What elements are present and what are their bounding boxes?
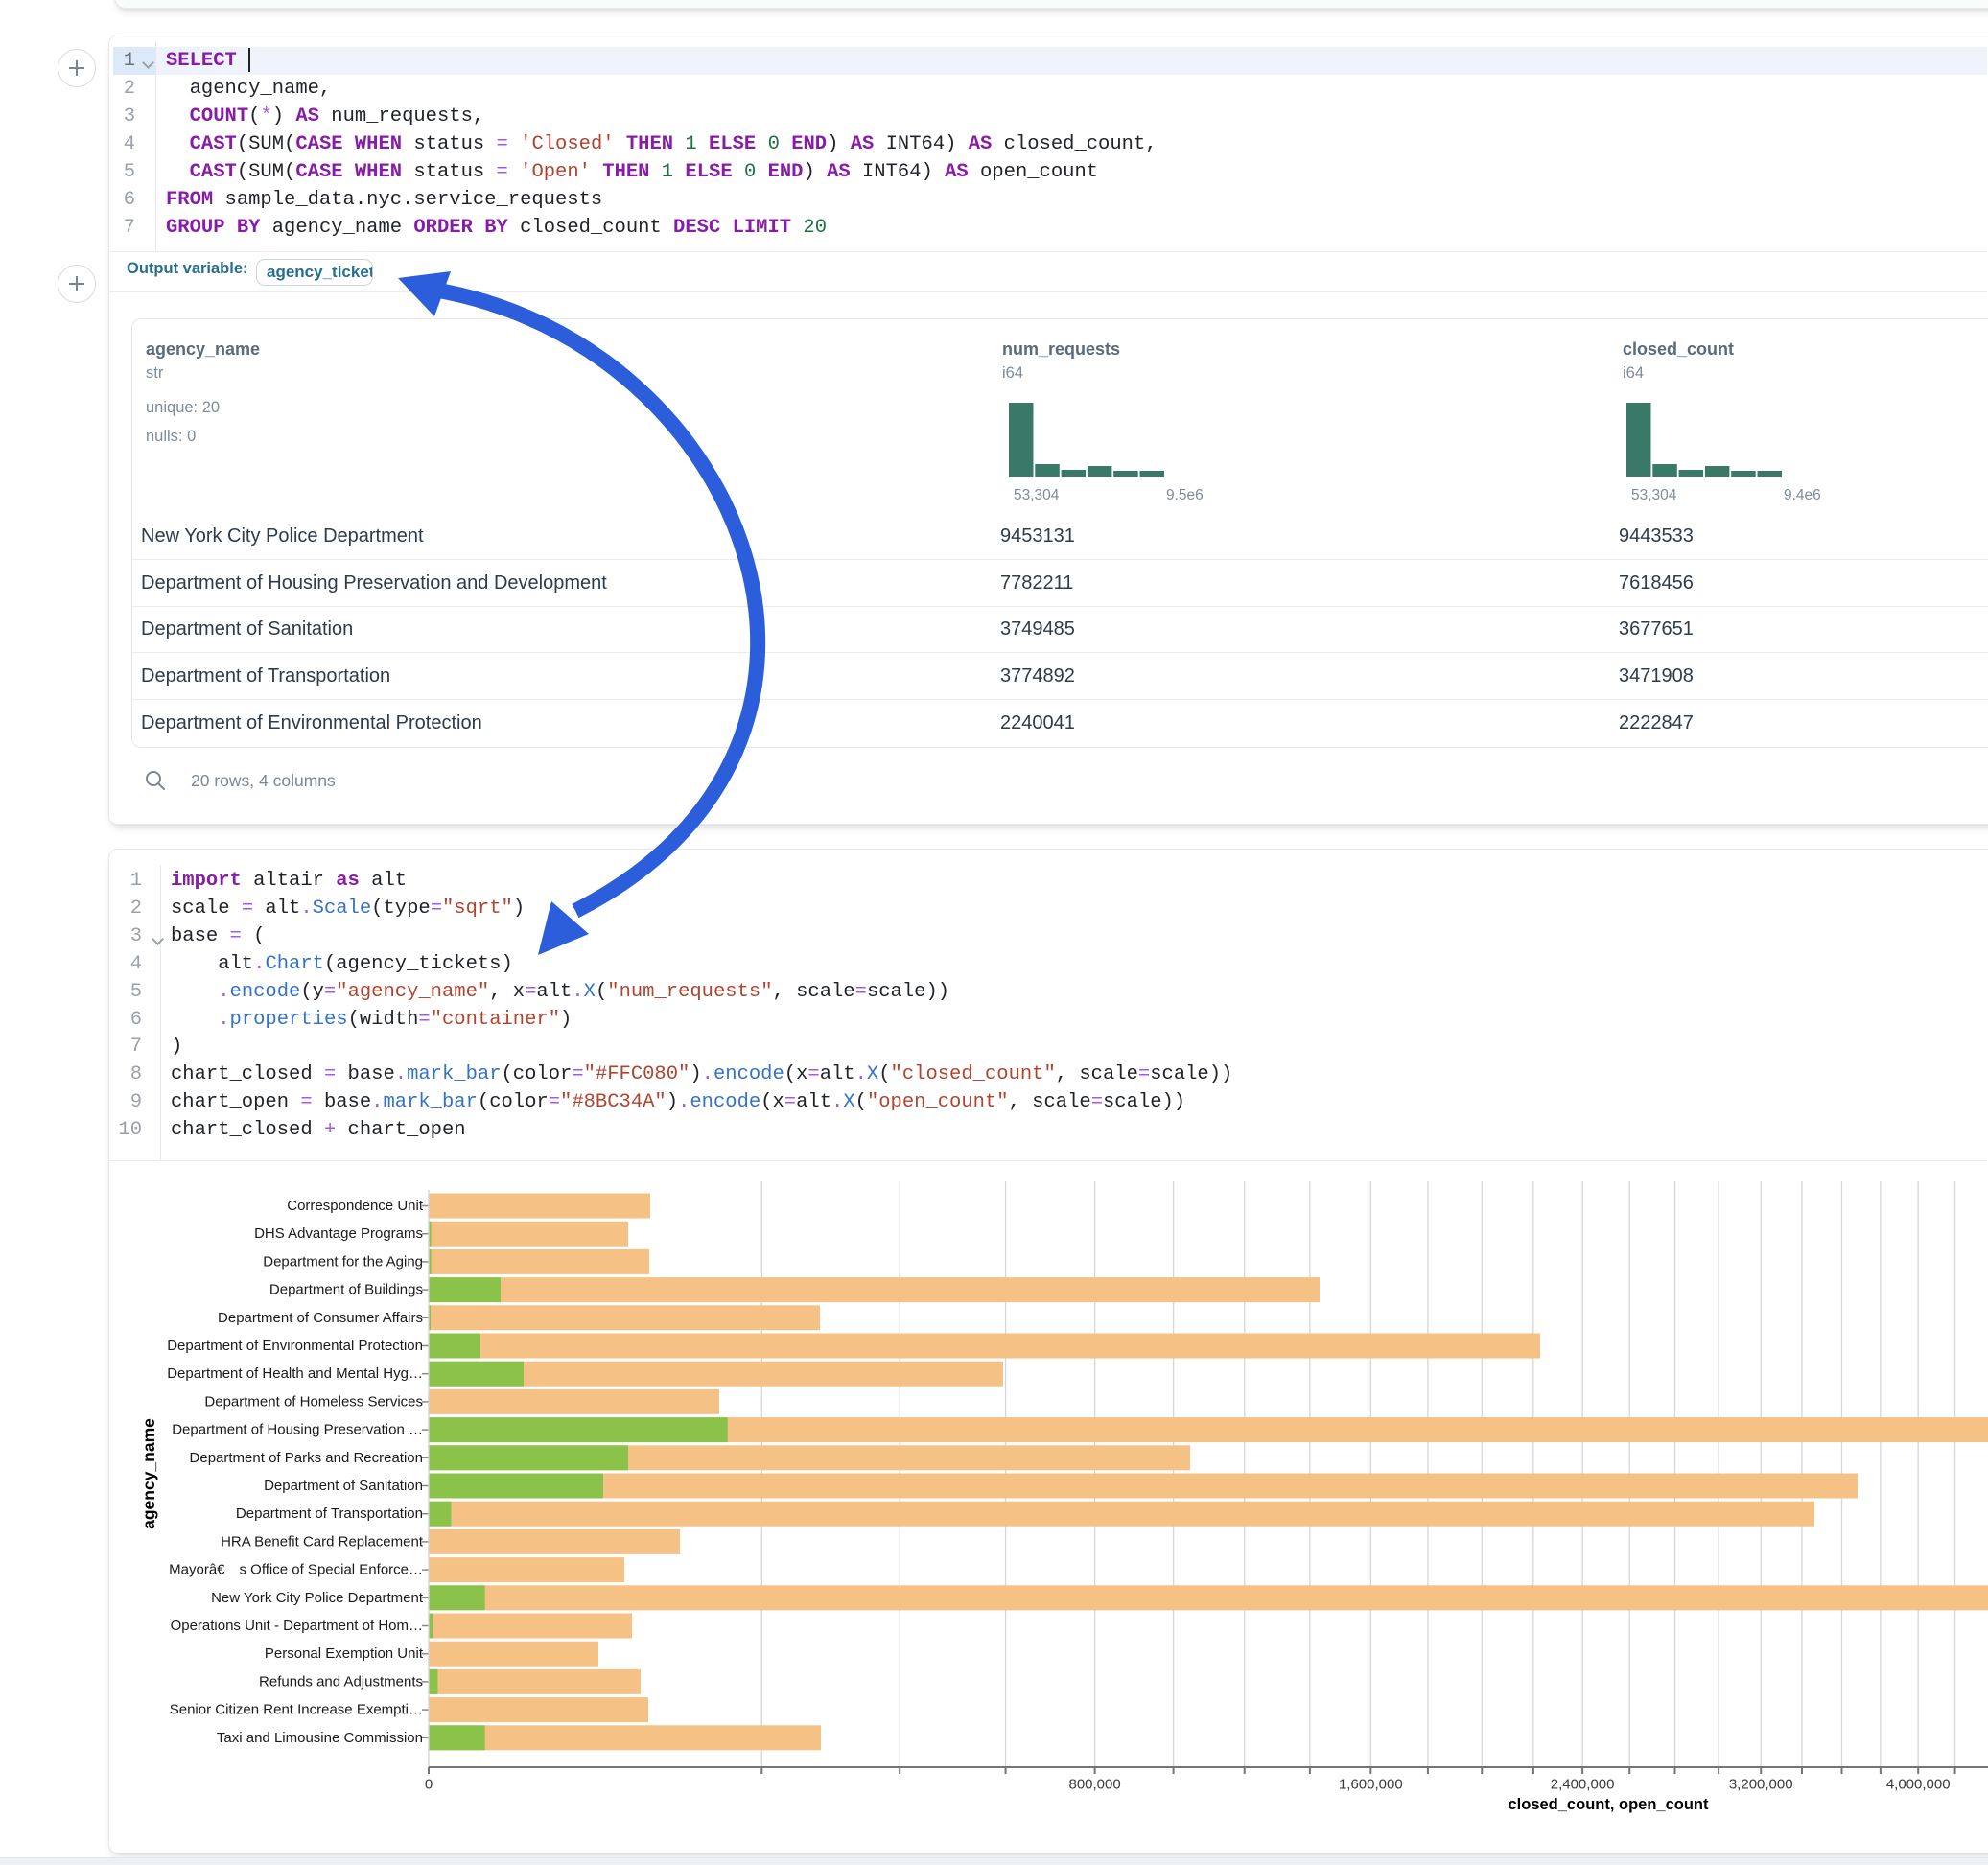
svg-text:Operations Unit - Department o: Operations Unit - Department of Hom…	[171, 1618, 423, 1634]
svg-text:Department of Consumer Affairs: Department of Consumer Affairs	[218, 1310, 423, 1326]
svg-text:HRA Benefit Card Replacement: HRA Benefit Card Replacement	[221, 1533, 424, 1550]
svg-text:Senior Citizen Rent Increase E: Senior Citizen Rent Increase Exempti…	[170, 1702, 423, 1718]
svg-text:Department of Transportation: Department of Transportation	[236, 1505, 423, 1522]
svg-text:1,600,000: 1,600,000	[1339, 1777, 1403, 1793]
svg-text:agency_name: agency_name	[139, 1418, 158, 1529]
svg-text:3,200,000: 3,200,000	[1729, 1777, 1793, 1793]
svg-text:800,000: 800,000	[1068, 1777, 1120, 1793]
svg-text:Taxi and Limousine Commission: Taxi and Limousine Commission	[217, 1730, 423, 1746]
svg-text:New York City Police Departmen: New York City Police Department	[211, 1590, 424, 1606]
svg-text:Correspondence Unit: Correspondence Unit	[287, 1198, 424, 1214]
svg-text:4,000,000: 4,000,000	[1886, 1777, 1951, 1793]
svg-text:Department for the Aging: Department for the Aging	[263, 1253, 423, 1270]
svg-text:closed_count, open_count: closed_count, open_count	[1508, 1796, 1709, 1813]
svg-text:2,400,000: 2,400,000	[1551, 1777, 1615, 1793]
svg-text:Mayorâ€ s Office of Special En: Mayorâ€ s Office of Special Enforce…	[169, 1562, 423, 1578]
svg-text:Department of Parks and Recrea: Department of Parks and Recreation	[190, 1450, 423, 1466]
svg-text:Personal Exemption Unit: Personal Exemption Unit	[265, 1645, 424, 1662]
svg-text:Department of Housing Preserva: Department of Housing Preservation …	[172, 1422, 423, 1438]
svg-text:0: 0	[425, 1777, 433, 1793]
svg-text:DHS Advantage Programs: DHS Advantage Programs	[254, 1225, 423, 1242]
svg-text:Department of Environmental Pr: Department of Environmental Protection	[167, 1338, 423, 1354]
svg-text:Department of Sanitation: Department of Sanitation	[264, 1478, 423, 1494]
svg-text:Refunds and Adjustments: Refunds and Adjustments	[259, 1673, 423, 1690]
svg-text:Department of Health and Menta: Department of Health and Mental Hyg…	[167, 1365, 423, 1382]
svg-text:Department of Buildings: Department of Buildings	[269, 1282, 423, 1298]
svg-text:Department of Homeless Service: Department of Homeless Services	[204, 1393, 423, 1410]
